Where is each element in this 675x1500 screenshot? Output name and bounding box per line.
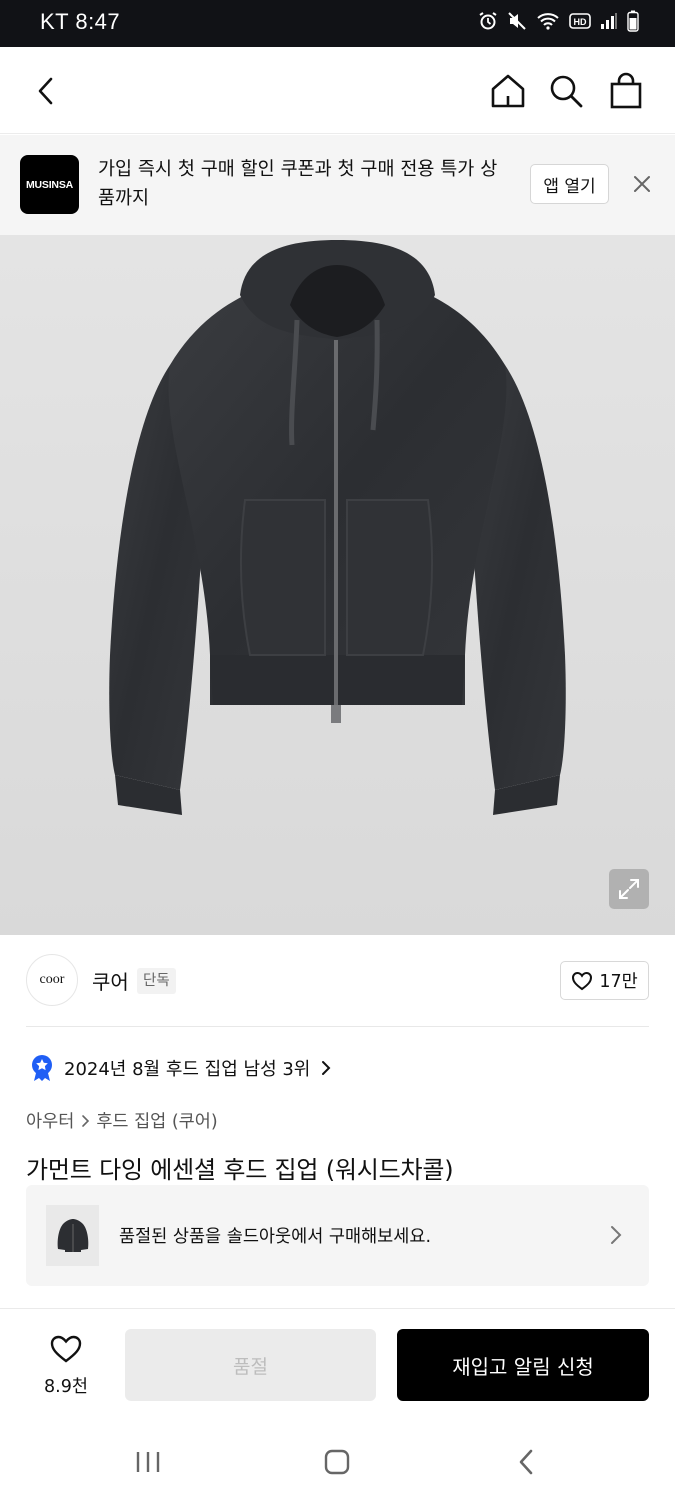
breadcrumb-subcategory[interactable]: 후드 집업 (쿠어) (96, 1108, 217, 1133)
expand-icon (619, 879, 639, 899)
soldout-message: 품절된 상품을 솔드아웃에서 구매해보세요. (119, 1227, 432, 1247)
system-navigation (0, 1420, 675, 1500)
status-icons: HD (478, 10, 639, 32)
banner-close-button[interactable] (628, 170, 656, 202)
soldout-thumbnail (46, 1205, 99, 1266)
soldout-link-card[interactable]: 품절된 상품을 솔드아웃에서 구매해보세요. (26, 1185, 649, 1286)
expand-image-button[interactable] (609, 869, 649, 909)
recent-apps-icon (136, 1452, 160, 1472)
shopping-bag-icon (610, 72, 642, 109)
brand-like-button[interactable]: 17만 (560, 961, 649, 1000)
ranking-badge-icon (32, 1055, 52, 1081)
brand-like-count: 17만 (599, 972, 638, 992)
signal-icon (601, 13, 617, 29)
status-time: KT 8:47 (40, 9, 121, 34)
home-icon (491, 74, 525, 108)
exclusive-badge: 단독 (137, 968, 176, 994)
heart-icon (50, 1335, 82, 1363)
wishlist-button[interactable]: 8.9천 (28, 1330, 104, 1400)
wishlist-count: 8.9천 (44, 1377, 88, 1397)
alarm-icon (479, 12, 497, 30)
mute-icon (508, 12, 526, 30)
home-button[interactable] (486, 69, 530, 113)
hoodie-thumbnail (57, 1218, 88, 1252)
brand-row: coor 쿠어 단독 17만 (0, 935, 675, 1027)
brand-name[interactable]: 쿠어 (92, 966, 129, 995)
banner-message: 가입 즉시 첫 구매 할인 쿠폰과 첫 구매 전용 특가 상품까지 (98, 159, 498, 209)
home-system-button[interactable] (317, 1442, 357, 1482)
musinsa-logo: MUSINSA (20, 155, 79, 214)
svg-text:HD: HD (574, 17, 587, 27)
home-square-icon (324, 1449, 350, 1475)
chevron-right-icon (611, 1226, 622, 1244)
hd-icon: HD (569, 13, 591, 29)
soldout-button: 품절 (125, 1329, 376, 1401)
chevron-left-icon (38, 77, 53, 105)
product-image[interactable] (0, 235, 675, 935)
search-icon (550, 75, 583, 108)
cart-button[interactable] (604, 69, 648, 113)
breadcrumb: 아우터 후드 집업 (쿠어) (26, 1108, 218, 1133)
top-navigation (0, 47, 675, 134)
chevron-right-icon (322, 1061, 331, 1075)
hoodie-image (109, 240, 566, 815)
chevron-right-icon (82, 1114, 90, 1127)
back-arrow-icon (519, 1449, 533, 1475)
divider (26, 1026, 649, 1027)
search-button[interactable] (544, 69, 588, 113)
product-title: 가먼트 다잉 에센셜 후드 집업 (워시드차콜) (26, 1156, 454, 1184)
back-button[interactable] (24, 69, 68, 113)
recent-apps-button[interactable] (128, 1442, 168, 1482)
status-bar: KT 8:47 HD (0, 0, 675, 47)
soldout-chevron (609, 1224, 623, 1250)
ranking-link[interactable]: 2024년 8월 후드 집업 남성 3위 (30, 1054, 332, 1082)
close-icon (634, 176, 650, 192)
brand-logo[interactable]: coor (26, 954, 78, 1006)
breadcrumb-category[interactable]: 아우터 (26, 1108, 74, 1133)
ranking-text: 2024년 8월 후드 집업 남성 3위 (64, 1059, 311, 1080)
wifi-icon (537, 13, 559, 30)
divider (0, 1308, 675, 1309)
app-install-banner: MUSINSA 가입 즉시 첫 구매 할인 쿠폰과 첫 구매 전용 특가 상품까… (0, 135, 675, 235)
system-back-button[interactable] (506, 1442, 546, 1482)
battery-icon (627, 10, 639, 32)
restock-alert-button[interactable]: 재입고 알림 신청 (397, 1329, 649, 1401)
open-app-button[interactable]: 앱 열기 (530, 164, 609, 204)
heart-icon (572, 971, 593, 990)
